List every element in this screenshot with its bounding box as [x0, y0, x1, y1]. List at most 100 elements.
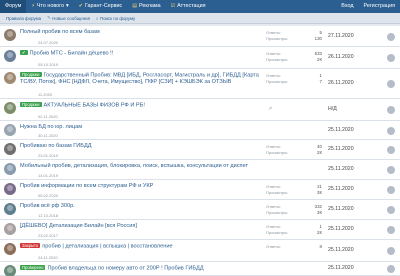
- author-avatar[interactable]: [4, 265, 16, 276]
- last-poster-avatar[interactable]: [387, 206, 395, 214]
- thread-row[interactable]: Продажи АКТУАЛЬНЫЕ БАЗЫ ФИЗОВ РФ И РБ! 02.…: [0, 99, 400, 121]
- views-count: 2К: [317, 229, 322, 235]
- views-count: 130: [314, 35, 322, 41]
- last-post-date[interactable]: Н/Д: [328, 106, 337, 112]
- thread-title-text[interactable]: Пробив информации по всем структурам РФ …: [20, 183, 153, 189]
- thread-title-text[interactable]: Нужна БД по юр. лицам: [20, 124, 82, 130]
- last-post-date[interactable]: 26.11.2020: [328, 80, 354, 86]
- last-poster-avatar[interactable]: [387, 186, 395, 194]
- thread-row[interactable]: Проверено Пробив владельца по номеру авто…: [0, 262, 400, 276]
- last-post-date[interactable]: 25.11.2020: [328, 166, 354, 172]
- author-avatar[interactable]: [4, 243, 16, 255]
- last-poster-avatar[interactable]: [387, 54, 395, 62]
- last-post-date[interactable]: 25.11.2020: [328, 127, 354, 133]
- thread-title-text[interactable]: пробив | детализация | вспышка | восстан…: [42, 243, 172, 249]
- views-count: 2К: [317, 149, 322, 155]
- thread-title[interactable]: Закрыто пробив | детализация | вспышка | …: [20, 243, 265, 250]
- last-poster-avatar[interactable]: [387, 265, 395, 273]
- replies-label: Ответы:: [266, 73, 281, 78]
- thread-title-text[interactable]: Пробив владельца по номеру авто от 200Р …: [47, 265, 203, 271]
- author-avatar[interactable]: [4, 102, 16, 114]
- last-poster-avatar[interactable]: [387, 247, 395, 255]
- author-avatar[interactable]: [4, 72, 16, 84]
- thread-title-text[interactable]: Государственный Пробив: МВД [ИБД, Росгла…: [20, 72, 259, 85]
- thread-title-text[interactable]: Пробив МТС - Билайн дёшево !!: [30, 50, 114, 56]
- author-avatar[interactable]: [4, 29, 16, 41]
- last-post-date[interactable]: 25.11.2020: [328, 247, 354, 253]
- nav-attestation[interactable]: ☑ Аттестация: [166, 0, 211, 13]
- author-avatar[interactable]: [4, 203, 16, 215]
- thread-row[interactable]: Пробив информации по всем структурам РФ …: [0, 180, 400, 200]
- thread-title[interactable]: Продажи АКТУАЛЬНЫЕ БАЗЫ ФИЗОВ РФ И РБ!: [20, 102, 265, 109]
- thread-title[interactable]: Нужна БД по юр. лицам: [20, 124, 265, 131]
- author-avatar[interactable]: [4, 143, 16, 155]
- last-post-date[interactable]: 27.11.2020: [328, 33, 354, 39]
- login-button[interactable]: Вход: [336, 0, 358, 13]
- thread-title-text[interactable]: АКТУАЛЬНЫЕ БАЗЫ ФИЗОВ РФ И РБ!: [44, 102, 145, 108]
- thread-title-text[interactable]: [ДЁШЕВО] Детализация Билайн [вся Россия]: [20, 223, 137, 229]
- nav-forum[interactable]: Форум: [0, 0, 27, 13]
- last-post-date[interactable]: 25.11.2020: [328, 146, 354, 152]
- thread-row[interactable]: Пробиваю по базам ГИБДД 23.01.2019 Ответы:…: [0, 140, 400, 160]
- thread-title-text[interactable]: Мобильный пробив, детализация, блокировк…: [20, 163, 248, 169]
- last-post-date[interactable]: 25.11.2020: [328, 186, 354, 192]
- external-link-icon[interactable]: ↗: [268, 106, 272, 112]
- last-poster-avatar[interactable]: [387, 33, 395, 41]
- nav-ads[interactable]: ▤ Реклама: [127, 0, 165, 13]
- thread-title[interactable]: Пробив всё рф 300р.: [20, 203, 265, 210]
- last-post-date[interactable]: 26.11.2020: [328, 54, 354, 60]
- thread-row[interactable]: Полный пробив по всем базам 24.07.2020 Отв…: [0, 26, 400, 47]
- thread-row[interactable]: [ДЁШЕВО] Детализация Билайн [вся Россия]…: [0, 220, 400, 240]
- new-posts-link[interactable]: ✎ Новые сообщения: [44, 15, 93, 21]
- last-poster-avatar[interactable]: [387, 127, 395, 135]
- last-post-date[interactable]: 25.11.2020: [328, 265, 354, 271]
- author-avatar[interactable]: [4, 163, 16, 175]
- thread-start-date: 24.11.2020: [38, 255, 58, 260]
- thread-start-date: 05.02.2020: [38, 193, 59, 198]
- last-poster-avatar[interactable]: [387, 226, 395, 234]
- author-avatar[interactable]: [4, 183, 16, 195]
- last-poster-avatar[interactable]: [387, 146, 395, 154]
- thread-prefix-badge: Проверено: [20, 265, 46, 271]
- thread-title[interactable]: ✔ Пробив МТС - Билайн дёшево !!: [20, 50, 265, 57]
- author-avatar[interactable]: [4, 50, 16, 62]
- author-avatar[interactable]: [4, 124, 16, 136]
- forum-search-link[interactable]: ⌕ Поиск по форуму: [93, 16, 138, 21]
- replies-count: 8: [319, 243, 322, 249]
- forum-rules-link[interactable]: Правила форума: [3, 16, 44, 21]
- nav-guarantor[interactable]: ✔ Гарант-Сервис: [74, 0, 128, 13]
- thread-title-text[interactable]: Полный пробив по всем базам: [20, 29, 100, 35]
- last-poster-avatar[interactable]: [387, 106, 395, 114]
- thread-title[interactable]: Продажи Государственный Пробив: МВД [ИБД,…: [20, 72, 265, 85]
- thread-title[interactable]: Пробиваю по базам ГИБДД: [20, 143, 265, 150]
- thread-row[interactable]: Мобильный пробив, детализация, блокировк…: [0, 160, 400, 180]
- author-avatar[interactable]: [4, 223, 16, 235]
- doc-icon: ☑: [170, 3, 176, 9]
- thread-title[interactable]: Проверено Пробив владельца по номеру авто…: [20, 265, 265, 272]
- thread-title[interactable]: [ДЁШЕВО] Детализация Билайн [вся Россия]: [20, 223, 265, 230]
- ad-icon: ▤: [132, 3, 137, 9]
- thread-row[interactable]: Продажи Государственный Пробив: МВД [ИБД,…: [0, 69, 400, 99]
- register-label: Регистрация: [363, 3, 395, 9]
- nav-whats-new[interactable]: ⚡ Что нового ▾: [26, 0, 73, 13]
- thread-start-date: 23.02.2017: [38, 233, 59, 238]
- thread-row[interactable]: Пробив всё рф 300р. 12.10.2018 Ответы: 332 П…: [0, 200, 400, 220]
- views-label: Просмотры:: [266, 79, 289, 84]
- last-post-date[interactable]: 25.11.2020: [328, 206, 354, 212]
- thread-title-text[interactable]: Пробиваю по базам ГИБДД: [20, 143, 92, 149]
- thread-row[interactable]: Закрыто пробив | детализация | вспышка | …: [0, 240, 400, 262]
- last-post-date[interactable]: 25.11.2020: [328, 226, 354, 232]
- thread-row[interactable]: ✔ Пробив МТС - Билайн дёшево !! 05.10.2019…: [0, 47, 400, 69]
- register-button[interactable]: Регистрация: [358, 0, 400, 13]
- thread-title[interactable]: Мобильный пробив, детализация, блокировк…: [20, 163, 265, 170]
- thread-start-date: 05.10.2019: [38, 62, 59, 67]
- thread-prefix-badge: Продажи: [20, 72, 42, 78]
- thread-title-text[interactable]: Пробив всё рф 300р.: [20, 203, 75, 209]
- thread-title[interactable]: Пробив информации по всем структурам РФ …: [20, 183, 265, 190]
- last-poster-avatar[interactable]: [387, 80, 395, 88]
- sub-navigation: Правила форума ✎ Новые сообщения ⌕ Поиск п…: [0, 13, 400, 24]
- last-poster-avatar[interactable]: [387, 166, 395, 174]
- views-count: 7: [319, 78, 322, 84]
- thread-row[interactable]: Нужна БД по юр. лицам 30.11.2020 25.11.202…: [0, 121, 400, 140]
- thread-title[interactable]: Полный пробив по всем базам: [20, 29, 265, 36]
